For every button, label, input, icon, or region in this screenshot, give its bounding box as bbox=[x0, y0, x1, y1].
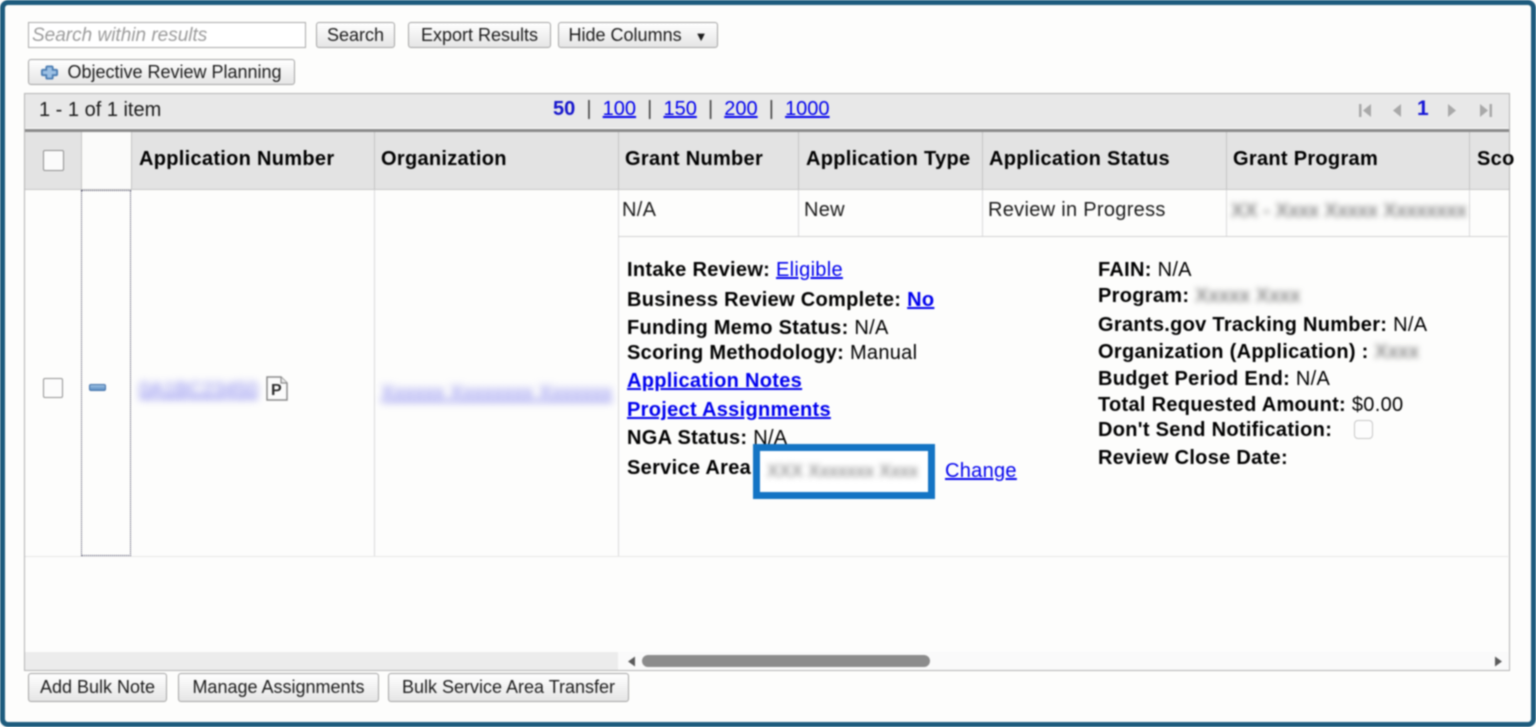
svg-text:P: P bbox=[271, 382, 282, 399]
